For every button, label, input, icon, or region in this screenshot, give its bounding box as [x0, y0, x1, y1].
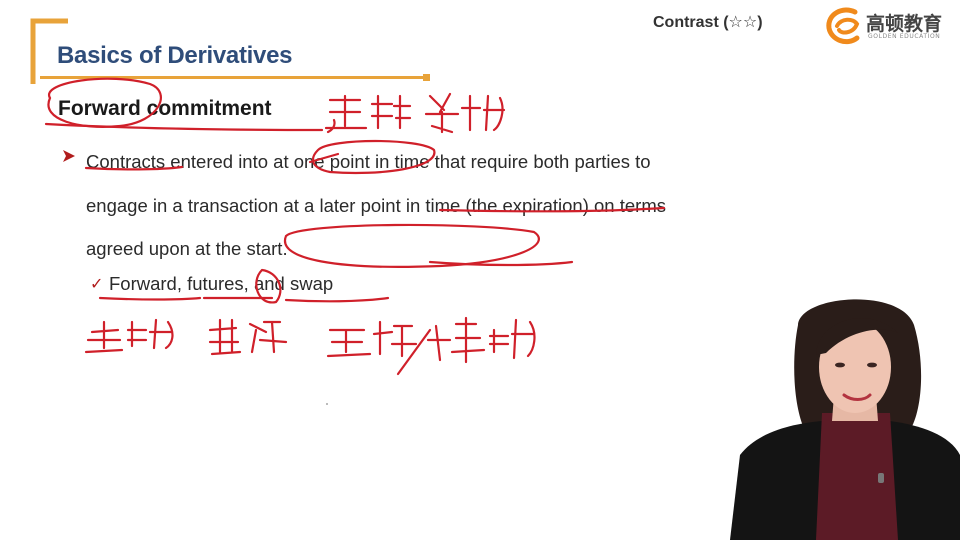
logo-subtext: GOLDEN EDUCATION — [868, 33, 941, 40]
stray-mark — [326, 403, 328, 405]
logo-text: 高顿教育 — [866, 13, 943, 35]
presenter-image — [730, 299, 960, 540]
slide: Basics of Derivatives Contrast (☆☆) 高顿教育… — [0, 0, 960, 540]
bullet-text: Contracts entered into at one point in t… — [86, 151, 666, 259]
section-heading: Forward commitment — [58, 97, 272, 120]
triangle-arrow-icon — [63, 150, 75, 162]
sub-item-text: Forward, futures, and swap — [109, 273, 334, 294]
slide-title: Basics of Derivatives — [57, 42, 293, 69]
check-icon: ✓ — [90, 274, 104, 293]
contrast-label: Contrast (☆☆) — [653, 14, 763, 31]
title-underline — [40, 76, 430, 79]
title-underline-end — [423, 74, 430, 81]
